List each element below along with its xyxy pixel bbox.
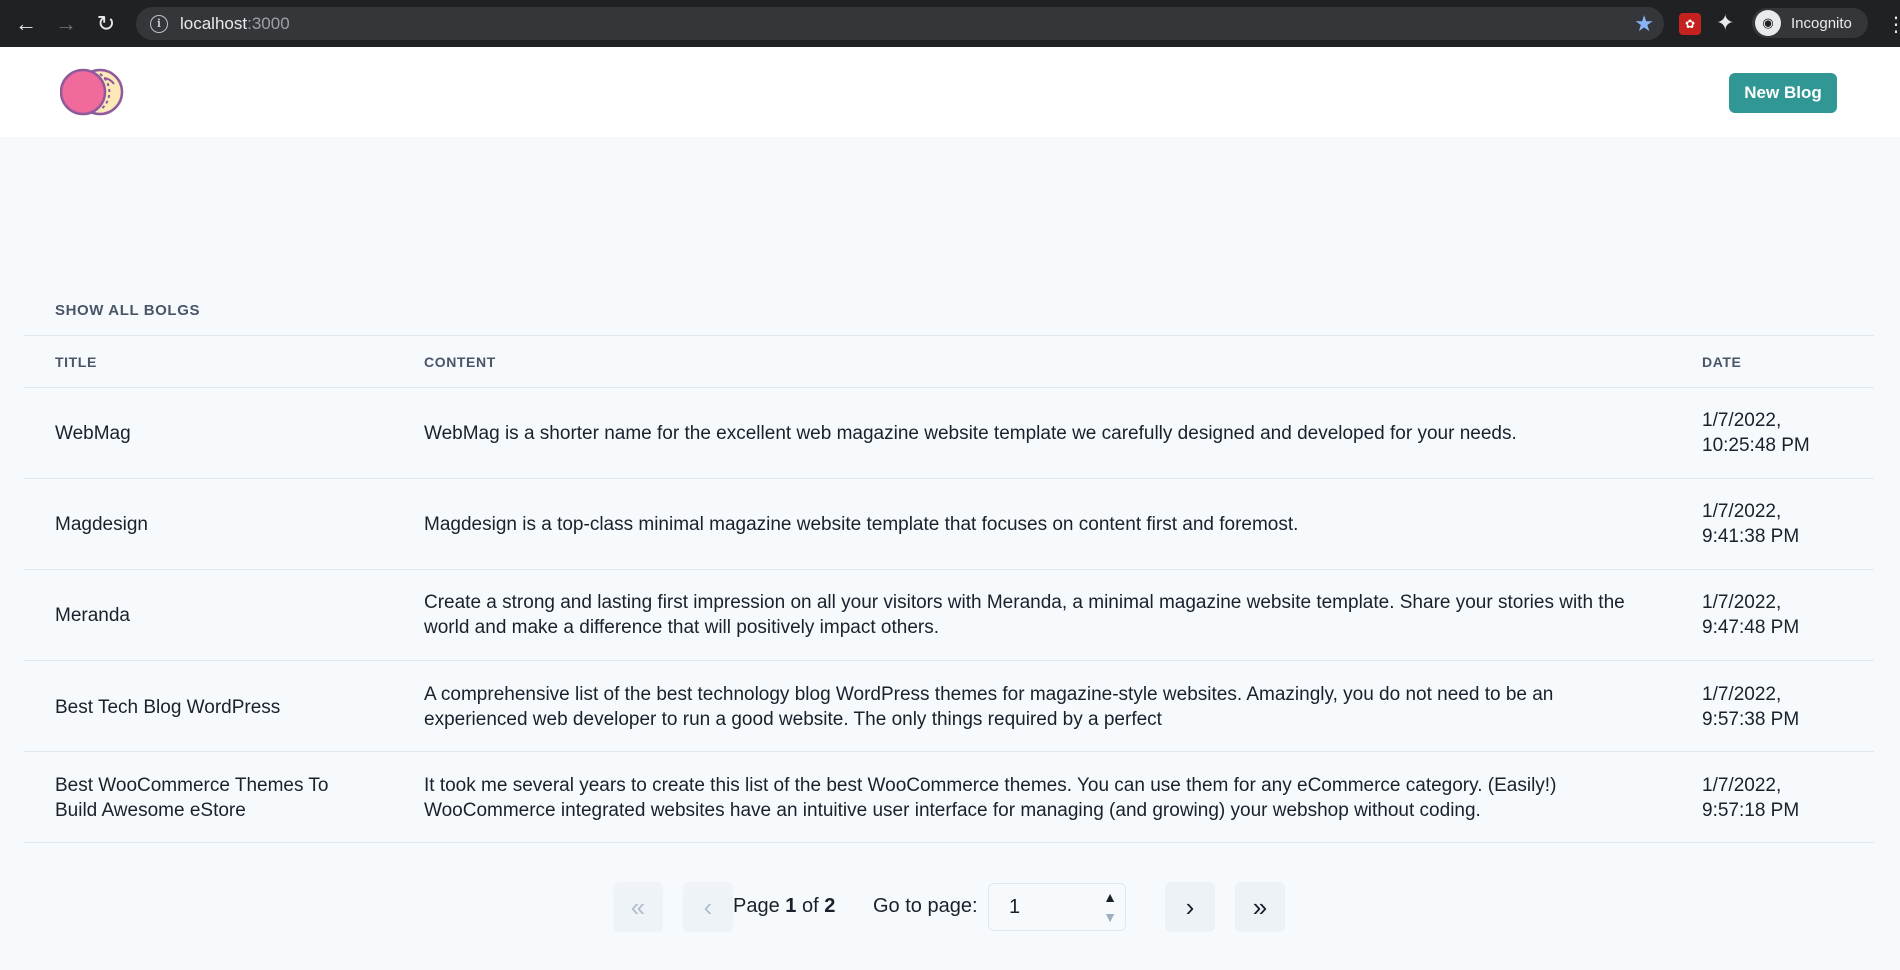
double-chevron-left-icon: « [630, 891, 646, 922]
goto-page-label: Go to page: [873, 895, 978, 917]
first-page-button[interactable]: « [613, 882, 663, 932]
table-row[interactable]: Magdesign Magdesign is a top-class minim… [24, 478, 1874, 569]
decrement-arrow-icon[interactable]: ▼ [1103, 909, 1117, 925]
extension-icon[interactable]: ✿ [1679, 13, 1701, 35]
site-info-icon[interactable]: i [150, 14, 168, 33]
table-header-row: TITLE CONTENT DATE [24, 335, 1874, 387]
new-blog-button[interactable]: New Blog [1729, 73, 1837, 113]
table-caption: SHOW ALL BOLGS [55, 302, 201, 319]
row-title: Best WooCommerce Themes To Build Awesome… [55, 775, 329, 821]
row-content: It took me several years to create this … [424, 775, 1557, 821]
row-title: Meranda [55, 605, 130, 626]
reload-icon[interactable]: ↻ [92, 10, 120, 38]
column-header-date: DATE [1702, 354, 1742, 370]
app-header: New Blog [0, 47, 1900, 137]
row-title: Best Tech Blog WordPress [55, 697, 281, 718]
column-header-content: CONTENT [424, 354, 496, 370]
chevron-left-icon: ‹ [703, 891, 713, 922]
next-page-button[interactable]: › [1165, 882, 1215, 932]
table-row[interactable]: Best Tech Blog WordPress A comprehensive… [24, 660, 1874, 751]
incognito-label: Incognito [1791, 14, 1852, 32]
bookmark-star-icon[interactable]: ★ [1634, 11, 1654, 37]
row-content: A comprehensive list of the best technol… [424, 684, 1554, 730]
browser-menu-icon[interactable]: ⋮ [1886, 12, 1900, 37]
double-chevron-right-icon: » [1252, 891, 1268, 922]
increment-arrow-icon[interactable]: ▲ [1103, 889, 1117, 905]
row-date: 1/7/2022, 9:57:18 PM [1702, 775, 1800, 821]
incognito-icon: ◉ [1755, 10, 1781, 36]
forward-icon[interactable]: → [52, 10, 80, 38]
row-title: Magdesign [55, 514, 148, 535]
table-row[interactable]: Best WooCommerce Themes To Build Awesome… [24, 751, 1874, 843]
chevron-right-icon: › [1185, 891, 1195, 922]
row-date: 1/7/2022, 9:41:38 PM [1702, 501, 1800, 547]
row-date: 1/7/2022, 9:47:48 PM [1702, 592, 1800, 638]
table-row[interactable]: WebMag WebMag is a shorter name for the … [24, 387, 1874, 478]
previous-page-button[interactable]: ‹ [683, 882, 733, 932]
address-bar[interactable]: i localhost:3000 ★ [136, 7, 1664, 40]
column-header-title: TITLE [55, 354, 97, 370]
page-indicator: Page 1 of 2 [733, 895, 836, 917]
row-content: WebMag is a shorter name for the excelle… [424, 423, 1517, 444]
incognito-profile[interactable]: ◉ Incognito [1752, 8, 1868, 38]
table-row[interactable]: Meranda Create a strong and lasting firs… [24, 569, 1874, 660]
extensions-puzzle-icon[interactable]: ✦ [1716, 10, 1734, 36]
logo[interactable] [60, 66, 144, 118]
address-url[interactable]: localhost:3000 [180, 14, 290, 34]
browser-toolbar: ← → ↻ i localhost:3000 ★ ✿ ✦ ◉ Incognito… [0, 0, 1900, 47]
goto-page-input[interactable]: 1 ▲ ▼ [988, 883, 1126, 931]
row-title: WebMag [55, 423, 131, 444]
back-icon[interactable]: ← [12, 10, 40, 38]
row-date: 1/7/2022, 9:57:38 PM [1702, 684, 1800, 730]
row-date: 1/7/2022, 10:25:48 PM [1702, 410, 1810, 456]
row-content: Create a strong and lasting first impres… [424, 592, 1625, 638]
last-page-button[interactable]: » [1235, 882, 1285, 932]
goto-page-value: 1 [1009, 896, 1021, 918]
row-content: Magdesign is a top-class minimal magazin… [424, 514, 1299, 535]
